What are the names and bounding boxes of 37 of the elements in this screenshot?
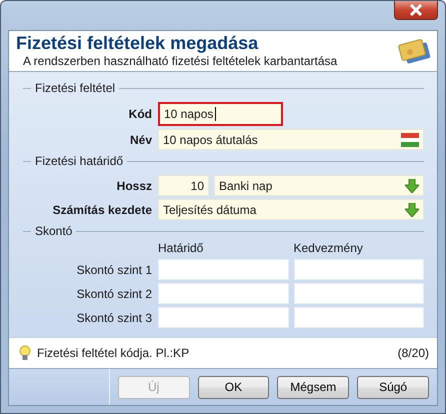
field-label: Név (128, 132, 153, 146)
input-field[interactable] (158, 307, 288, 328)
dialog-button[interactable]: Súgó (357, 376, 429, 398)
input-field[interactable] (158, 259, 288, 280)
flag-icon[interactable] (401, 132, 419, 146)
field-label: Hossz (116, 178, 153, 192)
dropdown[interactable]: Teljesítés dátuma (158, 199, 424, 220)
input-field[interactable] (294, 283, 424, 304)
close-button[interactable] (394, 1, 438, 20)
dialog-subtitle: A rendszerben használható fizetési feltételek karbantartása (22, 54, 338, 69)
dropdown[interactable]: Banki nap (214, 175, 424, 196)
character-counter: (8/20) (398, 346, 429, 360)
dialog-button[interactable]: Mégsem (277, 376, 350, 398)
input-field[interactable] (294, 259, 424, 280)
section-title: Fizetési feltétel (34, 81, 116, 95)
text-field[interactable]: 10 napos átutalás (158, 129, 424, 150)
input-field[interactable] (294, 307, 424, 328)
cards-icon (397, 37, 431, 65)
row-label: Skontó szint 3 (76, 310, 153, 324)
text-field[interactable]: 10 napos (158, 102, 283, 126)
column-header: Kedvezmény (294, 241, 364, 255)
input-field[interactable] (158, 283, 288, 304)
number-field[interactable]: 10 (158, 175, 209, 196)
close-icon (408, 4, 424, 16)
hint-text: Fizetési feltétel kódja. Pl.:KP (37, 346, 190, 360)
lightbulb-icon (19, 345, 31, 361)
arrow-down-icon[interactable] (405, 178, 419, 192)
row-label: Skontó szint 2 (76, 286, 153, 300)
arrow-down-icon[interactable] (405, 202, 419, 216)
dialog-title: Fizetési feltételek megadása (16, 33, 260, 54)
column-header: Határidő (158, 241, 204, 255)
field-label: Kód (128, 107, 153, 121)
section-title: Skontó (34, 224, 74, 238)
dialog-button[interactable]: OK (198, 376, 270, 398)
row-label: Skontó szint 1 (76, 262, 153, 276)
section-title: Fizetési határidő (34, 154, 124, 168)
field-label: Számítás kezdete (52, 202, 153, 216)
